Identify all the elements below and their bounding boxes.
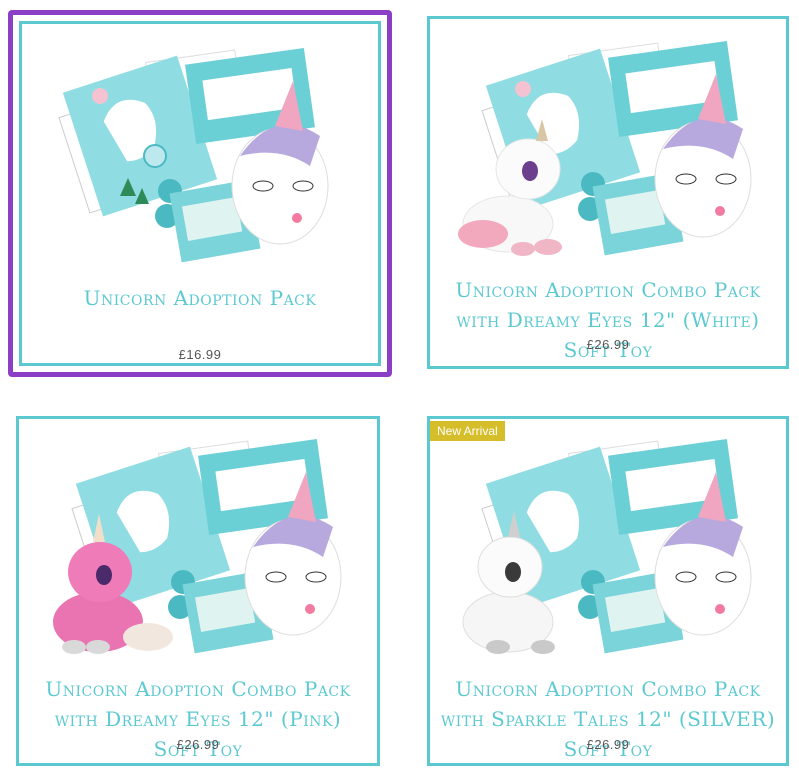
product-price: £26.99 [586, 337, 630, 352]
adoption-pack-illustration [58, 48, 329, 263]
product-price: £26.99 [176, 737, 220, 752]
product-price: £16.99 [178, 347, 222, 362]
product-image[interactable] [55, 36, 345, 266]
product-image[interactable] [448, 427, 768, 657]
product-card[interactable]: Unicorn Adoption Pack £16.99 [19, 21, 381, 366]
product-card[interactable]: Unicorn Adoption Combo Pack with Dreamy … [427, 16, 789, 369]
product-price: £26.99 [586, 737, 630, 752]
product-title[interactable]: Unicorn Adoption Pack [32, 283, 368, 313]
product-card[interactable]: Unicorn Adoption Combo Pack with Dreamy … [16, 416, 380, 766]
product-image[interactable] [448, 29, 768, 259]
product-card[interactable]: New Arrival Unicorn Adoption Combo Pack … [427, 416, 789, 766]
adoption-pack-illustration [458, 41, 752, 256]
adoption-pack-illustration [462, 439, 752, 654]
adoption-pack-illustration [53, 439, 342, 654]
product-image[interactable] [38, 427, 358, 657]
product-card-selected-outline[interactable]: Unicorn Adoption Pack £16.99 [8, 10, 392, 377]
